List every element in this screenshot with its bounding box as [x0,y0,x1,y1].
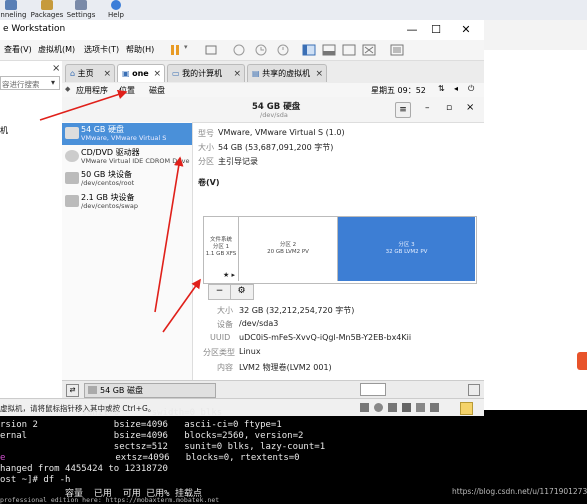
arrow-to-places [39,89,128,121]
arrow-to-drive [154,156,184,313]
annotation-arrows [39,89,201,333]
arrow-to-partition [162,278,201,333]
